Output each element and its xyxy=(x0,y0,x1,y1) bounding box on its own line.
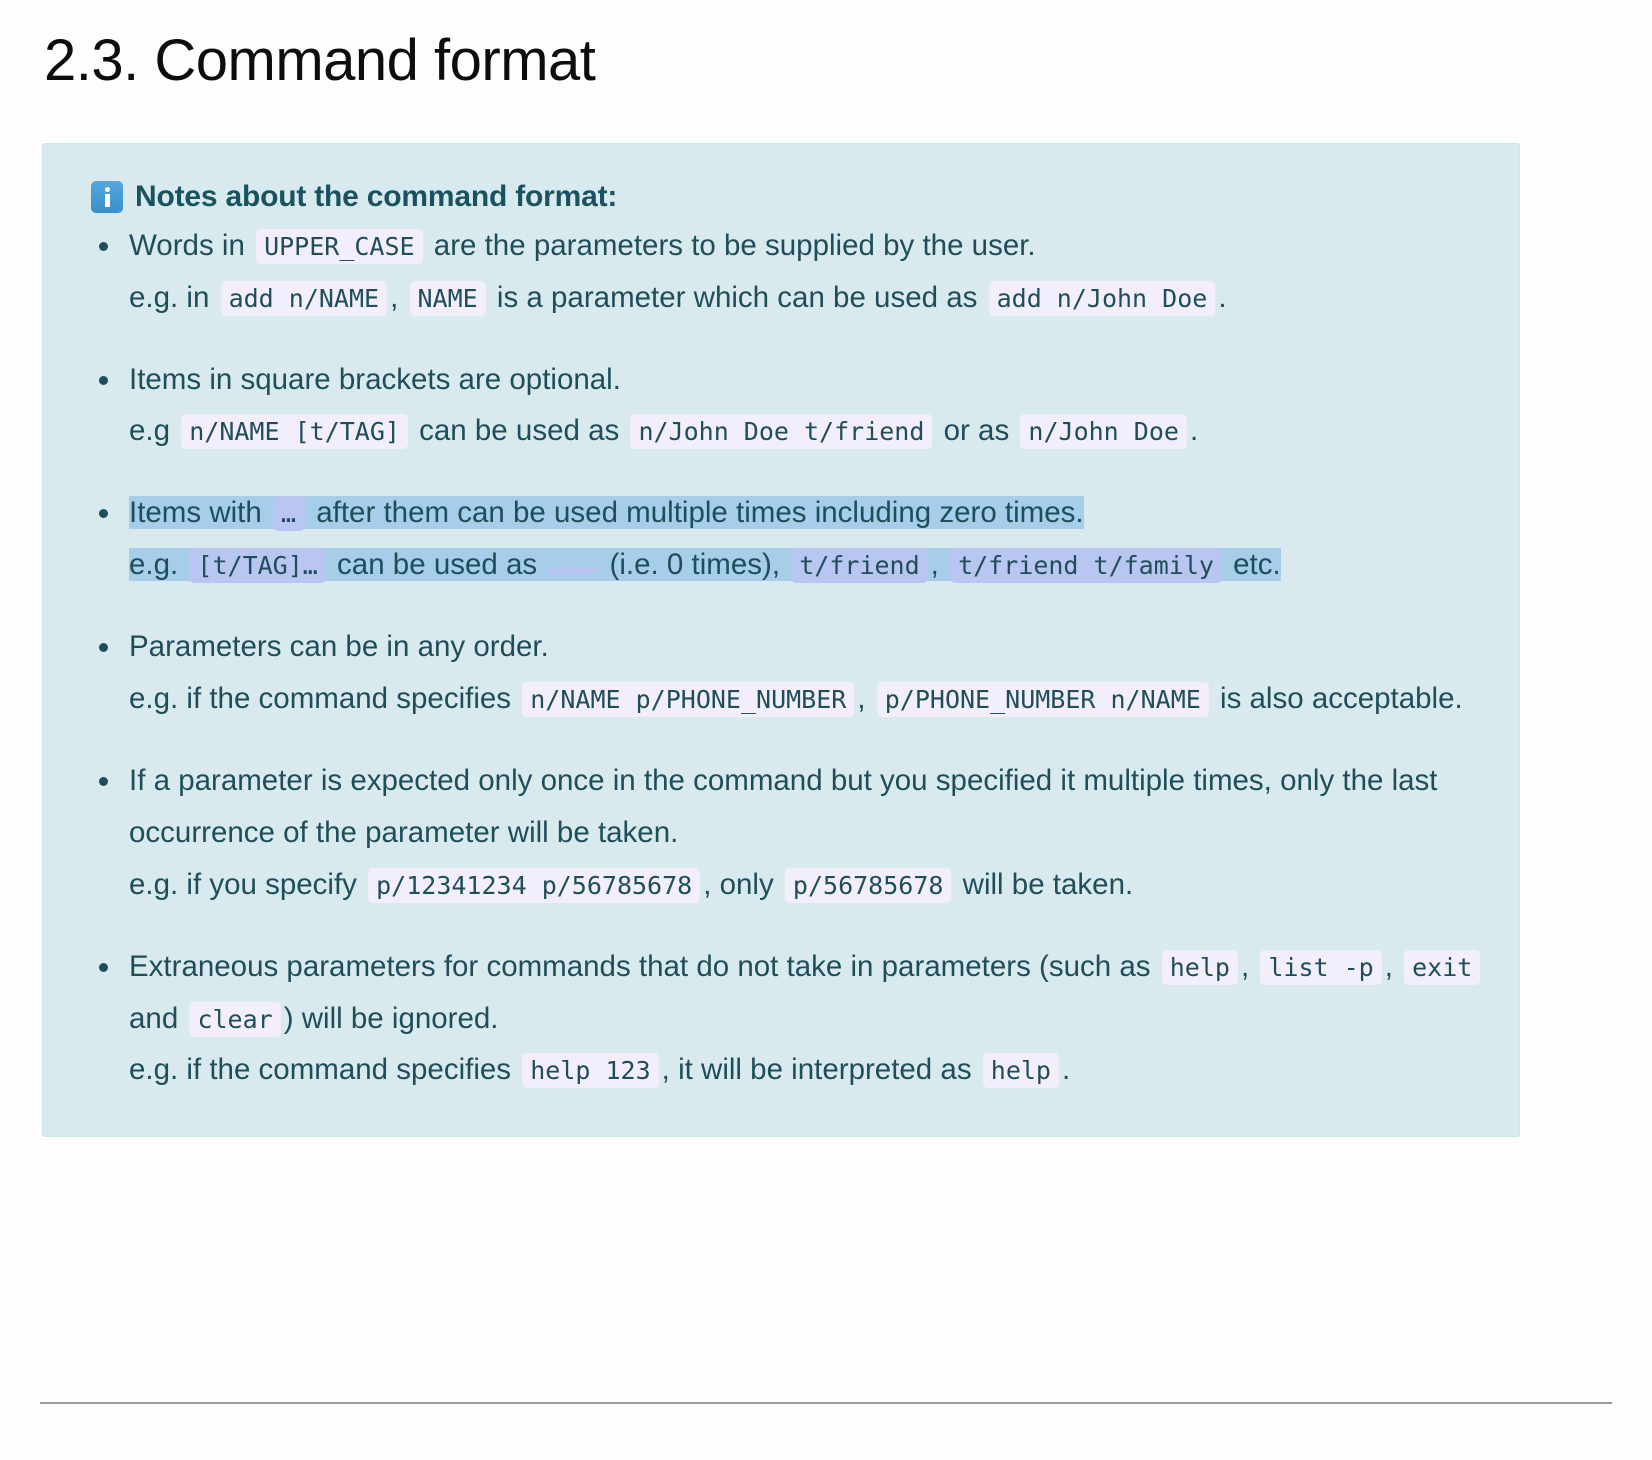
code-span: n/John Doe t/friend xyxy=(630,414,933,450)
list-item: Words in UPPER_CASE are the parameters t… xyxy=(77,220,1485,324)
note-text: , xyxy=(1240,949,1250,983)
list-item: Parameters can be in any order. e.g. if … xyxy=(77,621,1485,725)
note-text: , xyxy=(1384,949,1393,983)
code-span: n/NAME p/PHONE_NUMBER xyxy=(522,682,855,718)
note-text: . xyxy=(1189,414,1199,448)
note-text: e.g. xyxy=(129,548,179,582)
note-text: . xyxy=(1218,280,1227,314)
list-item: Extraneous parameters for commands that … xyxy=(77,941,1485,1097)
list-item: Items in square brackets are optional. e… xyxy=(77,354,1485,458)
note-text: . xyxy=(1062,1053,1071,1087)
note-text: , xyxy=(857,682,866,716)
note-text: are the parameters to be supplied by the… xyxy=(433,228,1036,262)
code-span: n/John Doe xyxy=(1020,414,1187,450)
note-text: or as xyxy=(943,414,1010,448)
note-text: , only xyxy=(703,867,774,901)
callout-header: Notes about the command format: xyxy=(91,180,1485,214)
code-span: p/PHONE_NUMBER n/NAME xyxy=(876,682,1209,718)
notes-list: Words in UPPER_CASE are the parameters t… xyxy=(77,220,1485,1097)
code-span: add n/John Doe xyxy=(988,280,1216,316)
callout-header-label: Notes about the command format: xyxy=(135,179,618,213)
note-text: Items with xyxy=(129,496,262,530)
note-text: (i.e. 0 times), xyxy=(609,548,781,582)
code-span: help xyxy=(982,1053,1059,1089)
note-text: can be used as xyxy=(419,414,620,448)
note-text: Parameters can be in any order. xyxy=(129,630,549,664)
note-text: , it will be interpreted as xyxy=(661,1053,972,1087)
note-text: e.g. if you specify xyxy=(129,867,357,901)
note-text: after them can be used multiple times in… xyxy=(316,496,1084,530)
code-span: p/56785678 xyxy=(784,867,952,903)
list-item: If a parameter is expected only once in … xyxy=(77,755,1485,911)
note-text: , xyxy=(390,280,399,314)
note-text: will be taken. xyxy=(962,867,1134,901)
selected-text-run: Items with … after them can be used mult… xyxy=(129,496,1084,532)
page-title: 2.3. Command format xyxy=(44,28,596,93)
selected-text-run: e.g. [t/TAG]… can be used as (i.e. 0 tim… xyxy=(129,548,1281,584)
code-span: help xyxy=(1161,949,1238,985)
code-span: add n/NAME xyxy=(220,280,388,316)
document-page: 2.3. Command format Notes about the comm… xyxy=(0,0,1652,1460)
code-span: n/NAME [t/TAG] xyxy=(181,414,408,450)
code-span-empty xyxy=(548,568,599,575)
note-text: Words in xyxy=(129,228,245,262)
note-text: , xyxy=(930,548,939,582)
code-span: p/12341234 p/56785678 xyxy=(368,867,701,903)
info-icon xyxy=(91,180,123,213)
note-text: Items in square brackets are optional. xyxy=(129,362,621,396)
code-span: NAME xyxy=(409,280,486,316)
code-span: t/friend t/family xyxy=(950,548,1222,584)
code-span: clear xyxy=(189,1001,281,1037)
code-span: t/friend xyxy=(791,548,928,584)
code-span: help 123 xyxy=(522,1053,659,1089)
code-span: [t/TAG]… xyxy=(189,548,326,584)
code-span: list -p xyxy=(1260,949,1382,985)
note-text: e.g. if the command specifies xyxy=(129,682,512,716)
note-text: ) will be ignored. xyxy=(283,1001,499,1035)
note-text: is a parameter which can be used as xyxy=(496,280,978,314)
code-span: … xyxy=(272,496,306,532)
code-span: UPPER_CASE xyxy=(256,228,423,264)
note-text: etc. xyxy=(1233,548,1281,582)
code-span: exit xyxy=(1404,949,1481,985)
note-text: e.g. in xyxy=(129,280,210,314)
note-text: Extraneous parameters for commands that … xyxy=(129,949,1151,983)
note-text: can be used as xyxy=(337,548,538,582)
note-text: e.g xyxy=(129,414,171,448)
list-item: Items with … after them can be used mult… xyxy=(77,487,1485,591)
note-text: and xyxy=(129,1001,179,1035)
info-callout: Notes about the command format: Words in… xyxy=(42,142,1520,1138)
note-text: is also acceptable. xyxy=(1220,682,1463,716)
section-divider xyxy=(40,1402,1612,1404)
note-text: e.g. if the command specifies xyxy=(129,1053,512,1087)
note-text: If a parameter is expected only once in … xyxy=(129,763,1438,849)
